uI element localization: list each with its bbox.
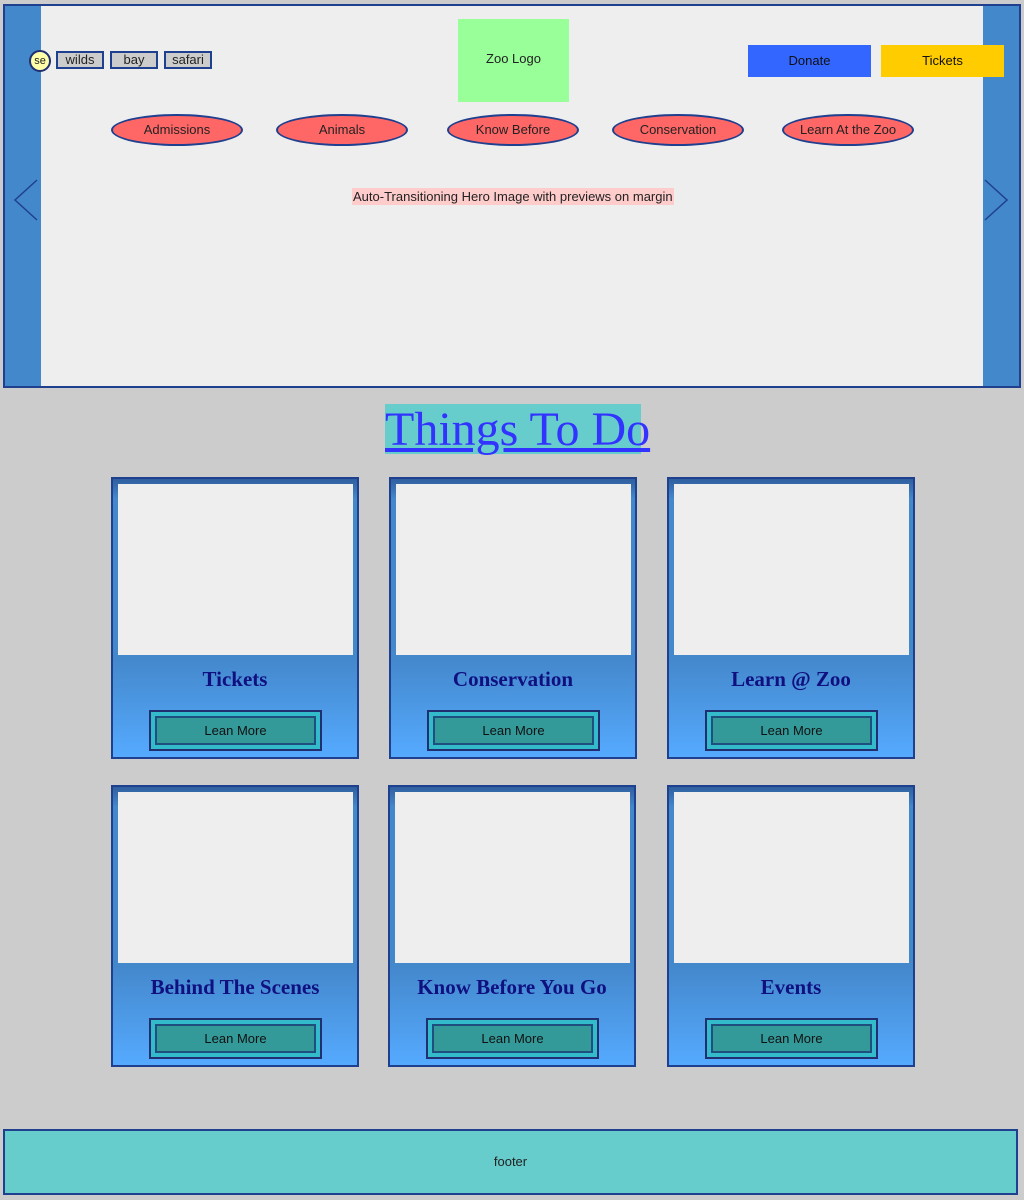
nav-item-learn-at-the-zoo[interactable]: Learn At the Zoo — [782, 114, 914, 146]
card-conservation: Conservation Lean More — [389, 477, 637, 759]
chevron-right-icon[interactable] — [983, 178, 1009, 222]
card-image — [674, 484, 909, 655]
nav-item-animals[interactable]: Animals — [276, 114, 408, 146]
learn-more-button[interactable]: Lean More — [149, 1018, 322, 1059]
learn-more-label: Lean More — [155, 1024, 316, 1053]
card-image — [118, 484, 353, 655]
hero-caption: Auto-Transitioning Hero Image with previ… — [352, 188, 674, 205]
learn-more-button[interactable]: Lean More — [427, 710, 600, 751]
card-title: Conservation — [452, 667, 574, 691]
search-button[interactable]: se — [29, 50, 51, 72]
learn-more-label: Lean More — [155, 716, 316, 745]
card-image — [118, 792, 353, 963]
nav-item-admissions[interactable]: Admissions — [111, 114, 243, 146]
donate-button[interactable]: Donate — [748, 45, 871, 77]
tab-safari[interactable]: safari — [164, 51, 212, 69]
section-heading: Things To Do — [385, 404, 650, 456]
learn-more-label: Lean More — [711, 1024, 872, 1053]
learn-more-label: Lean More — [711, 716, 872, 745]
nav-item-know-before[interactable]: Know Before — [447, 114, 579, 146]
learn-more-button[interactable]: Lean More — [149, 710, 322, 751]
card-image — [396, 484, 631, 655]
page-footer: footer — [3, 1129, 1018, 1195]
card-title: Tickets — [202, 667, 268, 691]
card-behind-the-scenes: Behind The Scenes Lean More — [111, 785, 359, 1067]
learn-more-label: Lean More — [432, 1024, 593, 1053]
tab-bay[interactable]: bay — [110, 51, 158, 69]
learn-more-button[interactable]: Lean More — [426, 1018, 599, 1059]
hero-carousel: se wilds bay safari Zoo Logo Donate Tick… — [3, 4, 1021, 388]
card-title: Learn @ Zoo — [731, 667, 851, 691]
card-know-before-you-go: Know Before You Go Lean More — [388, 785, 636, 1067]
card-events: Events Lean More — [667, 785, 915, 1067]
learn-more-button[interactable]: Lean More — [705, 1018, 878, 1059]
zoo-logo[interactable]: Zoo Logo — [458, 19, 569, 102]
tab-wilds[interactable]: wilds — [56, 51, 104, 69]
card-title: Events — [760, 975, 822, 999]
chevron-left-icon[interactable] — [13, 178, 39, 222]
card-image — [395, 792, 630, 963]
card-title: Behind The Scenes — [150, 975, 320, 999]
learn-more-button[interactable]: Lean More — [705, 710, 878, 751]
nav-item-conservation[interactable]: Conservation — [612, 114, 744, 146]
card-tickets: Tickets Lean More — [111, 477, 359, 759]
learn-more-label: Lean More — [433, 716, 594, 745]
card-title: Know Before You Go — [417, 975, 607, 999]
tickets-button[interactable]: Tickets — [881, 45, 1004, 77]
card-learn-at-zoo: Learn @ Zoo Lean More — [667, 477, 915, 759]
card-image — [674, 792, 909, 963]
things-to-do-link[interactable]: Things To Do — [385, 404, 650, 456]
